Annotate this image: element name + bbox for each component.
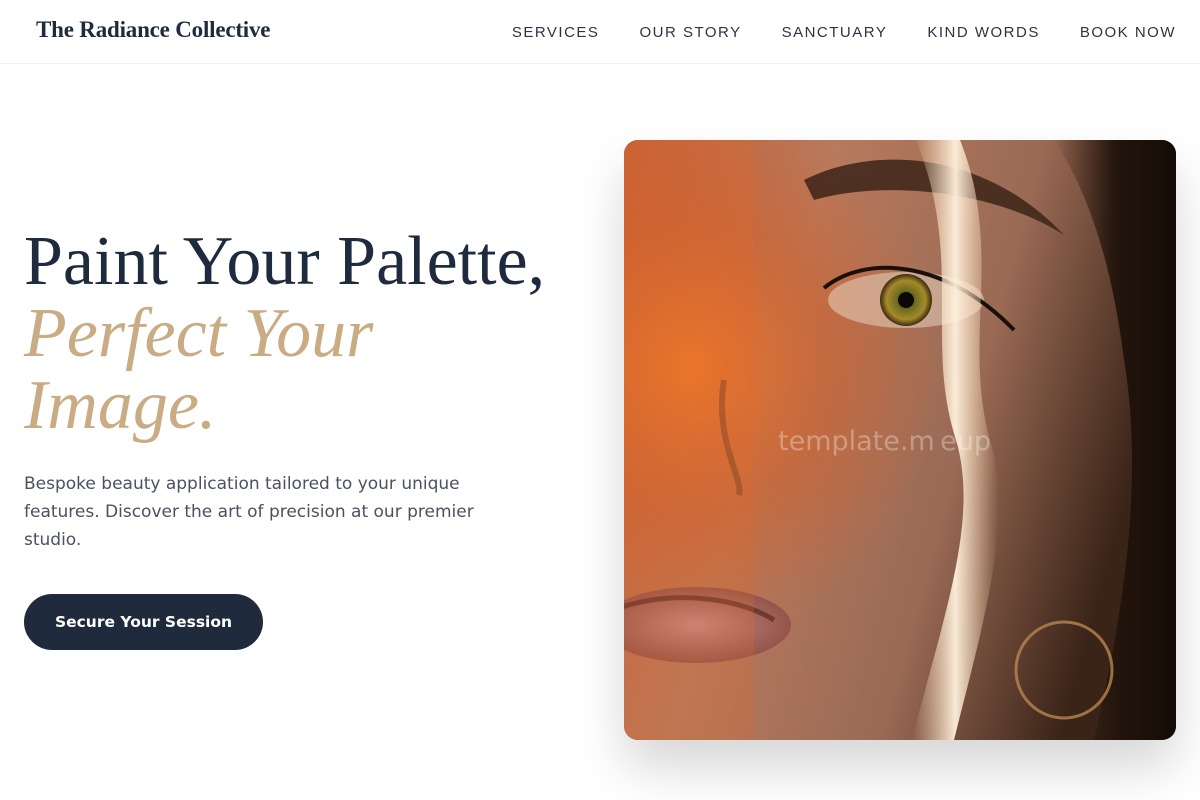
nav-link-sanctuary[interactable]: SANCTUARY <box>782 24 888 41</box>
nav-link-kind-words[interactable]: KIND WORDS <box>927 24 1040 41</box>
hero-title: Paint Your Palette, Perfect Your Image. <box>24 226 545 442</box>
hero-description: Bespoke beauty application tailored to y… <box>24 474 474 550</box>
nav-link-our-story[interactable]: OUR STORY <box>639 24 741 41</box>
hero-portrait-image: template.m eup <box>624 140 1176 740</box>
hero-title-accent: Perfect Your Image. <box>24 295 374 444</box>
site-header: The Radiance Collective SERVICES OUR STO… <box>0 0 1200 64</box>
hero-title-line: Paint Your Palette, <box>24 223 546 300</box>
main-nav: SERVICES OUR STORY SANCTUARY KIND WORDS … <box>512 22 1176 41</box>
image-watermark: template.m eup <box>778 426 992 457</box>
nav-link-services[interactable]: SERVICES <box>512 24 600 41</box>
nav-link-book-now[interactable]: BOOK NOW <box>1080 24 1176 41</box>
secure-session-button[interactable]: Secure Your Session <box>24 594 263 650</box>
brand-logo[interactable]: The Radiance Collective <box>36 17 271 43</box>
